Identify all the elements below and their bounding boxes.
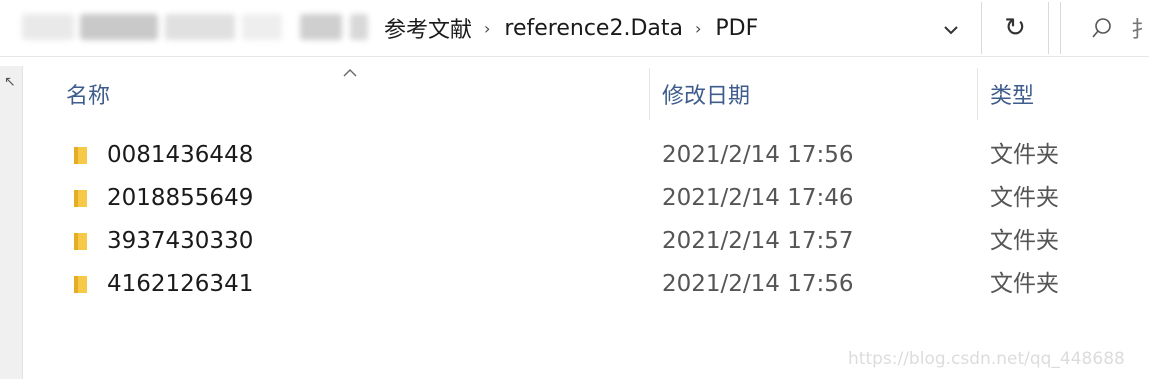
redacted-path [165, 14, 235, 40]
search-icon [1092, 18, 1111, 38]
sort-ascending-icon [343, 62, 357, 81]
file-type: 文件夹 [990, 228, 1059, 254]
file-row[interactable]: 0081436448 2021/2/14 17:56 文件夹 [60, 135, 1149, 175]
breadcrumb: 参考文献 › reference2.Data › PDF [384, 0, 758, 56]
redacted-path [242, 14, 282, 40]
breadcrumb-item[interactable]: 参考文献 [384, 12, 472, 44]
column-header-type[interactable]: 类型 [990, 66, 1034, 122]
redacted-path [350, 14, 368, 40]
file-name[interactable]: 0081436448 [107, 135, 253, 175]
folder-icon [74, 190, 87, 207]
breadcrumb-item[interactable]: PDF [715, 16, 758, 41]
file-row[interactable]: 3937430330 2021/2/14 17:57 文件夹 [60, 221, 1149, 261]
column-divider[interactable] [977, 68, 978, 120]
breadcrumb-separator[interactable]: › [695, 19, 701, 38]
file-name[interactable]: 4162126341 [107, 264, 253, 304]
redacted-path [300, 14, 342, 40]
file-row[interactable]: 4162126341 2021/2/14 17:56 文件夹 [60, 264, 1149, 304]
file-type: 文件夹 [990, 142, 1059, 168]
column-divider[interactable] [649, 68, 650, 120]
column-header-date[interactable]: 修改日期 [662, 66, 750, 122]
folder-icon [74, 276, 87, 293]
navigation-pane[interactable]: ↖ [0, 66, 23, 379]
column-header-name[interactable]: 名称 [66, 66, 110, 122]
refresh-icon: ↻ [1004, 13, 1026, 43]
chevron-down-icon[interactable] [935, 14, 967, 46]
file-modified-date: 2021/2/14 17:56 [662, 271, 854, 297]
folder-icon [74, 233, 87, 250]
file-modified-date: 2021/2/14 17:46 [662, 185, 854, 211]
redacted-path [80, 14, 158, 40]
search-placeholder: 扌 [1131, 18, 1149, 43]
refresh-button[interactable]: ↻ [981, 2, 1049, 54]
file-type: 文件夹 [990, 271, 1059, 297]
file-modified-date: 2021/2/14 17:57 [662, 228, 854, 254]
watermark: https://blog.csdn.net/qq_448688 [848, 349, 1125, 369]
divider [0, 56, 1149, 57]
folder-icon [74, 147, 87, 164]
search-box[interactable]: 扌 [1060, 2, 1149, 54]
collapse-arrow-icon[interactable]: ↖ [4, 74, 16, 90]
file-modified-date: 2021/2/14 17:56 [662, 142, 854, 168]
breadcrumb-item[interactable]: reference2.Data [504, 16, 683, 41]
file-type: 文件夹 [990, 185, 1059, 211]
file-row[interactable]: 2018855649 2021/2/14 17:46 文件夹 [60, 178, 1149, 218]
chevron-down-icon-glyph [944, 26, 958, 35]
redacted-path [22, 14, 74, 40]
file-name[interactable]: 2018855649 [107, 178, 253, 218]
address-bar[interactable]: 参考文献 › reference2.Data › PDF ↻ 扌 [0, 0, 1149, 56]
breadcrumb-separator[interactable]: › [484, 19, 490, 38]
file-name[interactable]: 3937430330 [107, 221, 253, 261]
